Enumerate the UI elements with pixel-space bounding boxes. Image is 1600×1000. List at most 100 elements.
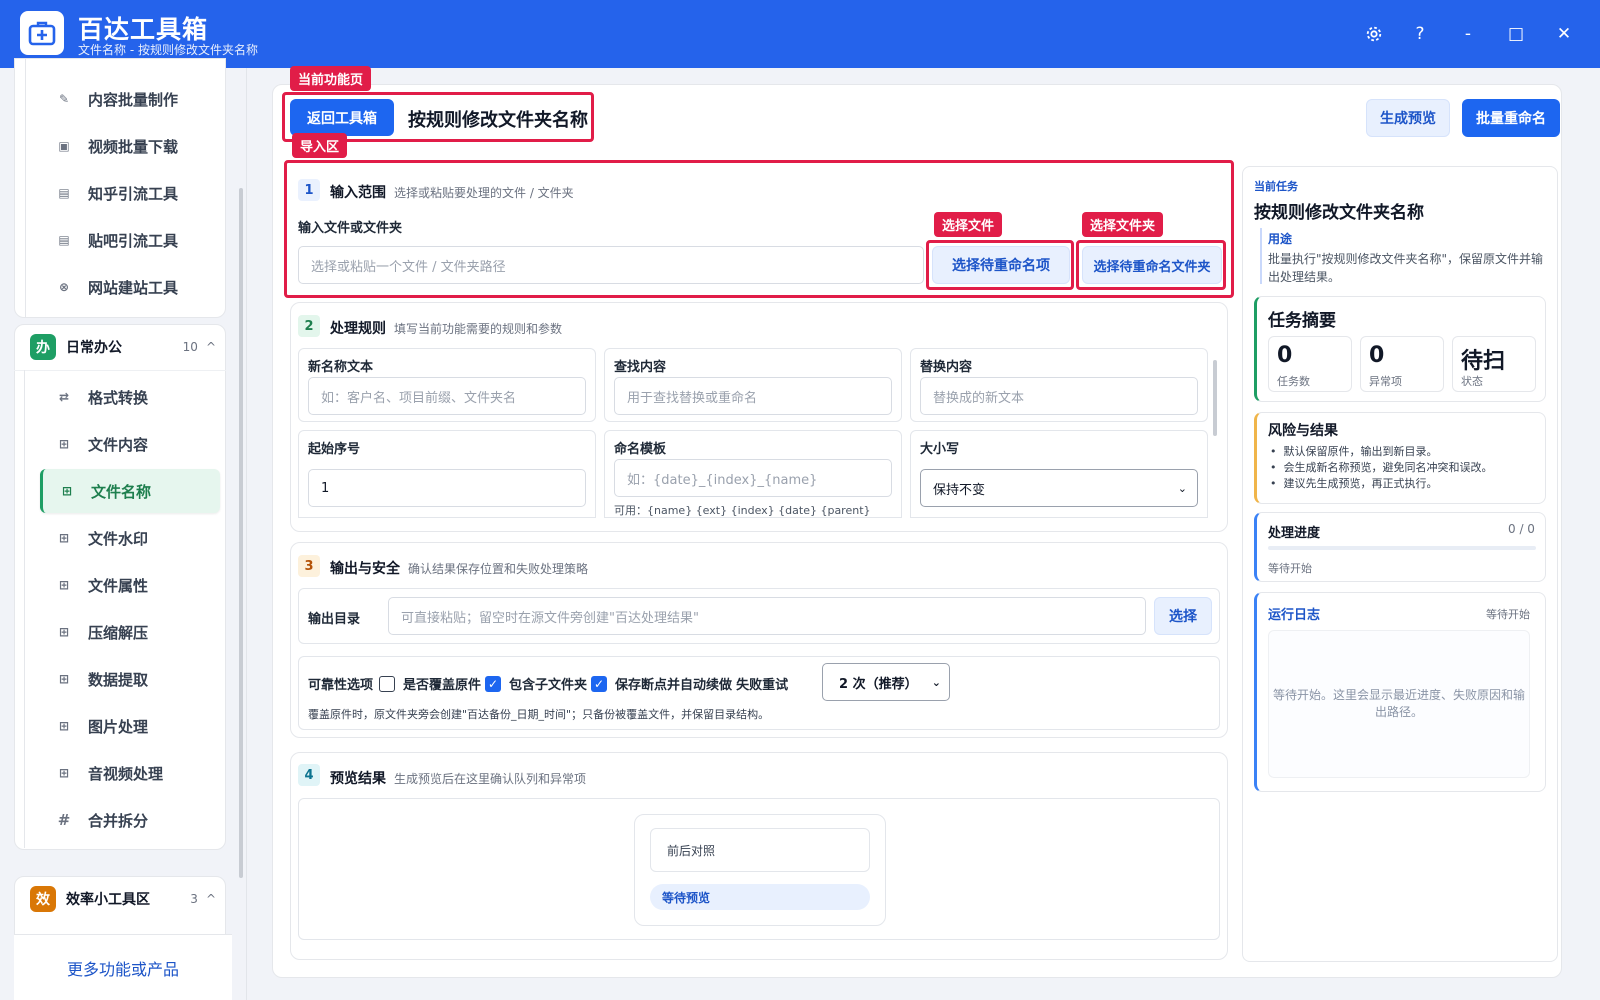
scrollbar-thumb[interactable] — [1213, 360, 1217, 436]
group-header-office[interactable]: 办 日常办公 10 ^ — [18, 324, 224, 370]
sidebar-item-merge-split[interactable]: # 合并拆分 — [40, 798, 220, 842]
stat-errors-label: 异常项 — [1369, 375, 1402, 388]
sidebar-item-image[interactable]: ⊞ 图片处理 — [40, 704, 220, 748]
stat-status: 待扫 状态 — [1452, 336, 1536, 392]
case-select[interactable]: 保持不变 ⌄ — [920, 469, 1198, 507]
sidebar-item-file-attr[interactable]: ⊞ 文件属性 — [40, 563, 220, 607]
grid-icon: ⊞ — [58, 625, 70, 639]
section-title-rules: 处理规则 — [330, 321, 386, 337]
zhihu-icon: ▤ — [58, 186, 70, 200]
close-button[interactable]: ✕ — [1552, 22, 1576, 46]
log-output[interactable]: 等待开始。这里会显示最近进度、失败原因和输出路径。 — [1268, 630, 1530, 778]
help-button[interactable]: ? — [1408, 22, 1432, 46]
chevron-down-icon: ⌄ — [931, 675, 941, 689]
more-features-button[interactable]: 更多功能或产品 — [14, 934, 232, 1000]
tag-select-folder: 选择文件夹 — [1082, 212, 1164, 237]
output-dir-input[interactable]: 可直接粘贴；留空时在源文件旁创建"百达处理结果" — [388, 597, 1146, 635]
progress-title: 处理进度 — [1268, 526, 1321, 541]
current-task-label: 当前任务 — [1254, 180, 1298, 193]
back-to-toolbox-button[interactable]: 返回工具箱 — [290, 99, 394, 136]
sidebar-item-label: 贴吧引流工具 — [88, 231, 179, 250]
sidebar-item-compress[interactable]: ⊞ 压缩解压 — [40, 610, 220, 654]
log-placeholder: 等待开始。这里会显示最近进度、失败原因和输出路径。 — [1273, 688, 1526, 719]
section-title-input: 输入范围 — [330, 185, 386, 201]
sidebar-item-label: 网站建站工具 — [88, 278, 179, 297]
sidebar-item-watermark[interactable]: ⊞ 文件水印 — [40, 516, 220, 560]
resume-checkbox[interactable]: ✓ — [591, 675, 608, 692]
log-title: 运行日志 — [1268, 608, 1321, 623]
chevron-up-icon[interactable]: ^ — [206, 340, 216, 354]
sidebar-item-label: 视频批量下载 — [88, 137, 179, 156]
sidebar-item-file-name[interactable]: ⊞ 文件名称 — [40, 469, 220, 513]
replace-label: 替换内容 — [920, 360, 973, 375]
batch-rename-button[interactable]: 批量重命名 — [1462, 99, 1560, 137]
template-label: 命名模板 — [614, 442, 667, 457]
stat-tasks: 0 任务数 — [1268, 336, 1352, 392]
overwrite-checkbox[interactable] — [379, 675, 396, 692]
sidebar-item-website[interactable]: ⊗ 网站建站工具 — [40, 265, 220, 309]
risk-item-text: 默认保留原件，输出到新目录。 — [1283, 445, 1438, 458]
subfolder-checkbox[interactable]: ✓ — [485, 675, 502, 692]
group-count-office: 10 — [182, 340, 198, 354]
sidebar-item-zhihu[interactable]: ▤ 知乎引流工具 — [40, 171, 220, 215]
sidebar-item-format-convert[interactable]: ⇄ 格式转换 — [40, 375, 220, 419]
summary-title: 任务摘要 — [1268, 311, 1336, 331]
minimize-button[interactable]: - — [1456, 22, 1480, 46]
group-header-efficiency[interactable]: 效 效率小工具区 3 ^ — [18, 876, 224, 922]
task-title: 按规则修改文件夹名称 — [1254, 203, 1424, 223]
replace-input[interactable]: 替换成的新文本 — [920, 377, 1198, 415]
progress-bar — [1268, 546, 1536, 550]
new-name-input[interactable]: 如：客户名、项目前缀、文件夹名 — [308, 377, 586, 415]
retry-select[interactable]: 2 次（推荐） ⌄ — [822, 663, 950, 701]
grid-icon: ⊞ — [58, 437, 70, 451]
rules-scrollbar[interactable] — [1212, 350, 1218, 516]
sidebar-item-data-extract[interactable]: ⊞ 数据提取 — [40, 657, 220, 701]
start-index-input[interactable]: 1 — [308, 469, 586, 507]
select-folder-button[interactable]: 选择待重命名文件夹 — [1082, 246, 1222, 284]
chevron-up-icon[interactable]: ^ — [206, 892, 216, 906]
template-input[interactable]: 如：{date}_{index}_{name} — [614, 459, 892, 497]
tieba-icon: ▤ — [58, 233, 70, 247]
tag-current-page: 当前功能页 — [290, 66, 372, 91]
find-label: 查找内容 — [614, 360, 667, 375]
section-title-preview: 预览结果 — [330, 771, 386, 787]
sidebar-item-label: 文件名称 — [91, 482, 152, 501]
risk-item: • 建议先生成预览，再正式执行。 — [1270, 477, 1438, 490]
subfolder-label: 包含子文件夹 — [509, 678, 588, 693]
sidebar-item-video-download[interactable]: ▣ 视频批量下载 — [40, 124, 220, 168]
input-path-field[interactable]: 选择或粘贴一个文件 / 文件夹路径 — [298, 246, 924, 284]
sidebar-item-content-batch[interactable]: ✎ 内容批量制作 — [40, 77, 220, 121]
scrollbar-thumb[interactable] — [239, 188, 243, 878]
find-input[interactable]: 用于查找替换或重命名 — [614, 377, 892, 415]
overwrite-note: 覆盖原件时，原文件夹旁会创建"百达备份_日期_时间"；只备份被覆盖文件，并保留目… — [308, 708, 770, 721]
generate-preview-button[interactable]: 生成预览 — [1366, 99, 1450, 137]
sidebar-item-file-content[interactable]: ⊞ 文件内容 — [40, 422, 220, 466]
settings-icon[interactable] — [1362, 22, 1386, 46]
risk-item: • 会生成新名称预览，避免同名冲突和误改。 — [1270, 461, 1493, 474]
sidebar-item-label: 压缩解压 — [88, 623, 149, 642]
start-index-label: 起始序号 — [308, 442, 361, 457]
sidebar-item-audio-video[interactable]: ⊞ 音视频处理 — [40, 751, 220, 795]
maximize-button[interactable]: □ — [1504, 22, 1528, 46]
select-items-button[interactable]: 选择待重命名项 — [932, 246, 1070, 284]
reliability-label: 可靠性选项 — [308, 678, 374, 693]
sidebar-item-label: 图片处理 — [88, 717, 149, 736]
sidebar-scrollbar[interactable] — [238, 68, 244, 934]
tree-line — [24, 370, 25, 848]
purpose-bar — [1260, 228, 1262, 284]
sidebar-item-label: 格式转换 — [88, 388, 149, 407]
swap-icon: ⇄ — [58, 390, 70, 404]
divider — [246, 68, 247, 1000]
globe-icon: ⊗ — [58, 280, 70, 294]
section-hint-preview: 生成预览后在这里确认队列和异常项 — [394, 772, 587, 786]
progress-count: 0 / 0 — [1508, 522, 1535, 536]
stat-errors: 0 异常项 — [1360, 336, 1444, 392]
efficiency-badge: 效 — [30, 886, 56, 912]
group-title-office: 日常办公 — [66, 340, 122, 356]
sidebar: ✎ 内容批量制作 ▣ 视频批量下载 ▤ 知乎引流工具 ▤ 贴吧引流工具 ⊗ 网站建站工具 … — [0, 58, 247, 1000]
tag-import-area: 导入区 — [292, 133, 348, 158]
output-dir-label: 输出目录 — [308, 612, 361, 627]
divider — [14, 370, 226, 371]
choose-output-button[interactable]: 选择 — [1154, 597, 1212, 635]
sidebar-item-tieba[interactable]: ▤ 贴吧引流工具 — [40, 218, 220, 262]
